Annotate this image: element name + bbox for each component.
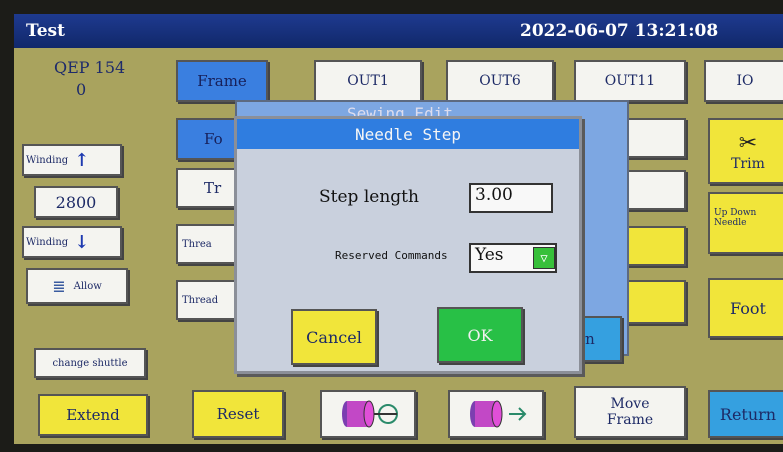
qep-label: QEP 154 [54, 58, 126, 77]
return-button[interactable]: Return [708, 390, 783, 438]
ok-button[interactable]: OK [437, 307, 523, 363]
allow-label: Allow [73, 280, 102, 292]
winding-up-label: Winding [26, 154, 69, 166]
screen-title: Test [26, 21, 65, 41]
arrow-up-icon: ↑ [74, 149, 90, 171]
chevron-down-icon[interactable]: ▽ [533, 247, 555, 269]
frame-button[interactable]: Frame [176, 60, 268, 102]
main-screen: Test 2022-06-07 13:21:08 QEP 154 0 Windi… [14, 14, 783, 444]
move-frame-button[interactable]: Move Frame [574, 386, 686, 438]
reserved-commands-label: Reserved Commands [335, 249, 448, 262]
dialog-title: Needle Step [237, 119, 579, 149]
move-frame-line1: Move [610, 396, 650, 412]
trim-button[interactable]: ✂ Trim [708, 118, 783, 184]
trim-label: Trim [731, 155, 765, 172]
datetime: 2022-06-07 13:21:08 [520, 21, 719, 41]
arrow-down-icon: ↓ [74, 231, 90, 253]
spool-button-2[interactable] [448, 390, 544, 438]
change-shuttle-button[interactable]: change shuttle [34, 348, 146, 378]
scissors-icon: ✂ [738, 130, 758, 156]
io-button[interactable]: IO [704, 60, 783, 102]
out6-button[interactable]: OUT6 [446, 60, 554, 102]
extend-button[interactable]: Extend [38, 394, 148, 436]
needle-step-dialog: Needle Step Step length 3.00 Reserved Co… [234, 116, 582, 374]
bobbin-icon: ≣ [52, 276, 66, 296]
reset-button[interactable]: Reset [192, 390, 284, 438]
winding-down-label: Winding [26, 236, 69, 248]
allow-button[interactable]: ≣ Allow [26, 268, 128, 304]
cancel-button[interactable]: Cancel [291, 309, 377, 365]
winding-up-button[interactable]: Winding ↑ [22, 144, 122, 176]
qep-value: 0 [76, 80, 87, 99]
title-bar: Test 2022-06-07 13:21:08 [14, 14, 783, 48]
thread-spool-icon [470, 400, 527, 428]
step-length-input[interactable]: 3.00 [469, 183, 553, 213]
move-frame-line2: Frame [606, 412, 654, 428]
winding-down-button[interactable]: Winding ↓ [22, 226, 122, 258]
up-down-needle-button[interactable]: Up Down Needle [708, 192, 783, 254]
thread-spool-icon [342, 400, 398, 428]
foot-button[interactable]: Foot [708, 278, 783, 338]
winding-value-field[interactable]: 2800 [34, 186, 118, 218]
reserved-commands-value: Yes [475, 245, 504, 265]
spool-button-1[interactable] [320, 390, 416, 438]
out1-button[interactable]: OUT1 [314, 60, 422, 102]
step-length-label: Step length [319, 187, 419, 207]
out11-button[interactable]: OUT11 [574, 60, 686, 102]
